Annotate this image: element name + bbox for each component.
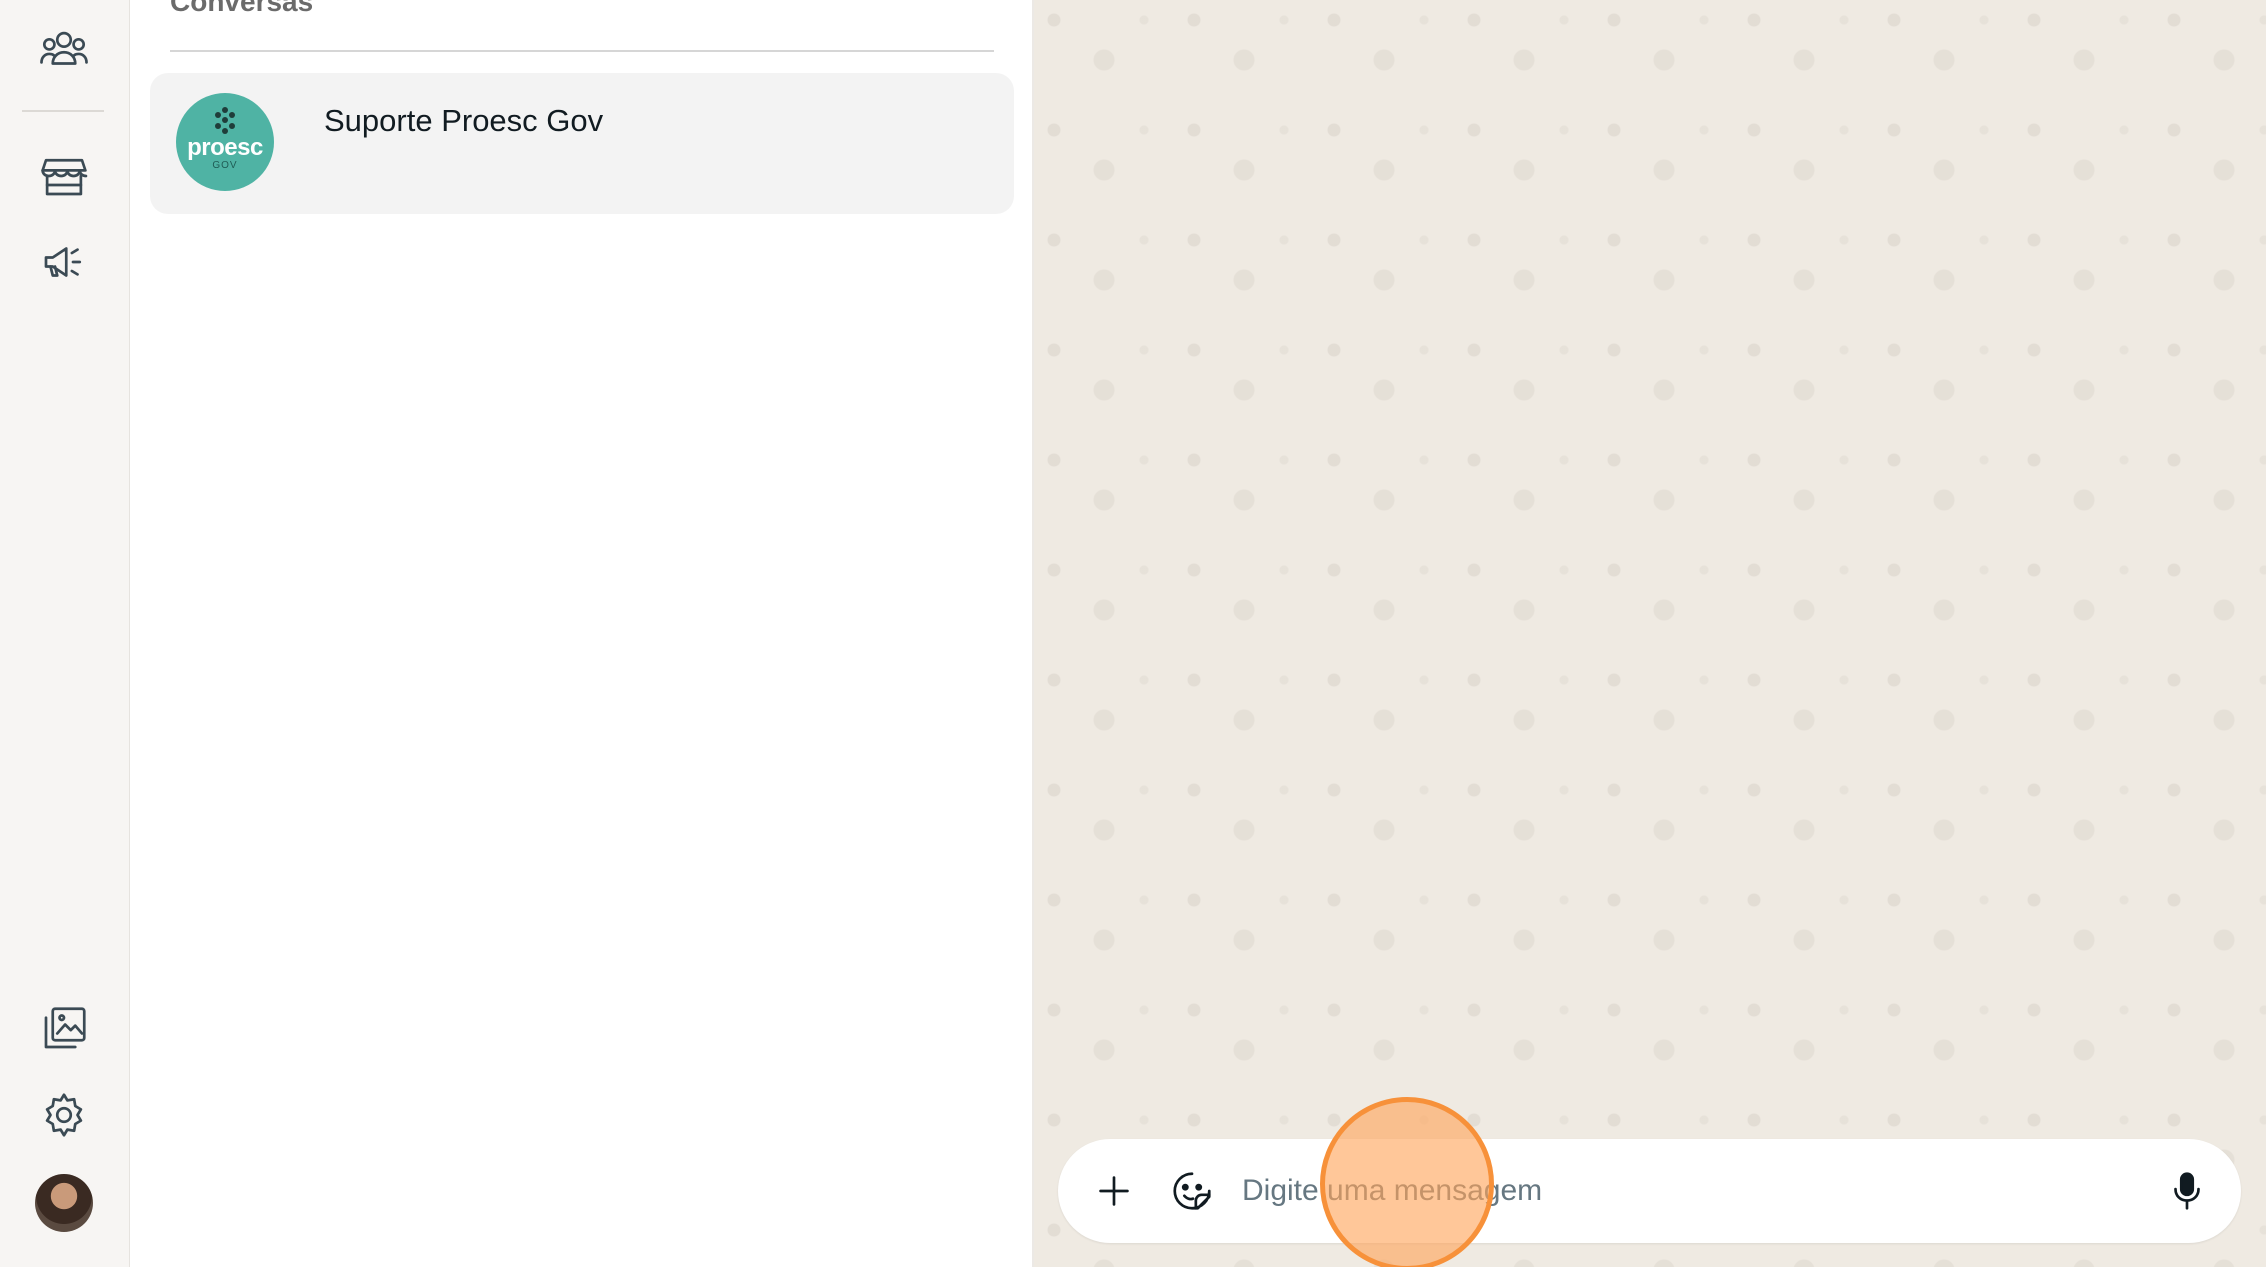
attach-button[interactable] <box>1084 1161 1144 1221</box>
click-indicator <box>1320 1097 1494 1267</box>
icon-rail <box>0 0 130 1267</box>
avatar-wordmark: proesc <box>187 134 263 161</box>
plus-icon <box>1099 1176 1129 1206</box>
avatar-subtext: GOV <box>212 160 238 171</box>
megaphone-icon <box>44 247 82 277</box>
media-button[interactable] <box>28 993 100 1065</box>
sticker-icon <box>1173 1172 1211 1210</box>
store-icon <box>41 158 88 196</box>
app-window: Conversas proesc GOV Suporte Proesc Gov … <box>0 0 2266 1267</box>
sticker-button[interactable] <box>1162 1161 1222 1221</box>
communities-icon <box>40 31 88 65</box>
chat-avatar: proesc GOV <box>176 93 274 191</box>
conversation-area <box>1034 0 2266 1267</box>
rail-divider <box>22 110 104 112</box>
gear-icon <box>45 1093 83 1137</box>
microphone-icon <box>2174 1172 2200 1210</box>
announcements-button[interactable] <box>28 226 100 298</box>
chat-list-heading: Conversas <box>170 0 314 17</box>
list-divider <box>170 50 994 52</box>
profile-avatar[interactable] <box>35 1174 93 1232</box>
media-gallery-icon <box>44 1007 86 1049</box>
chat-list-item[interactable]: proesc GOV Suporte Proesc Gov <box>150 73 1014 214</box>
chat-list-panel: Conversas proesc GOV Suporte Proesc Gov <box>130 0 1034 1267</box>
chat-name: Suporte Proesc Gov <box>324 103 604 138</box>
voice-message-button[interactable] <box>2157 1161 2217 1221</box>
proesc-logo-icon <box>215 107 235 134</box>
message-composer <box>1058 1139 2241 1243</box>
settings-button[interactable] <box>28 1079 100 1151</box>
communities-button[interactable] <box>28 14 100 86</box>
business-tools-button[interactable] <box>28 140 100 212</box>
